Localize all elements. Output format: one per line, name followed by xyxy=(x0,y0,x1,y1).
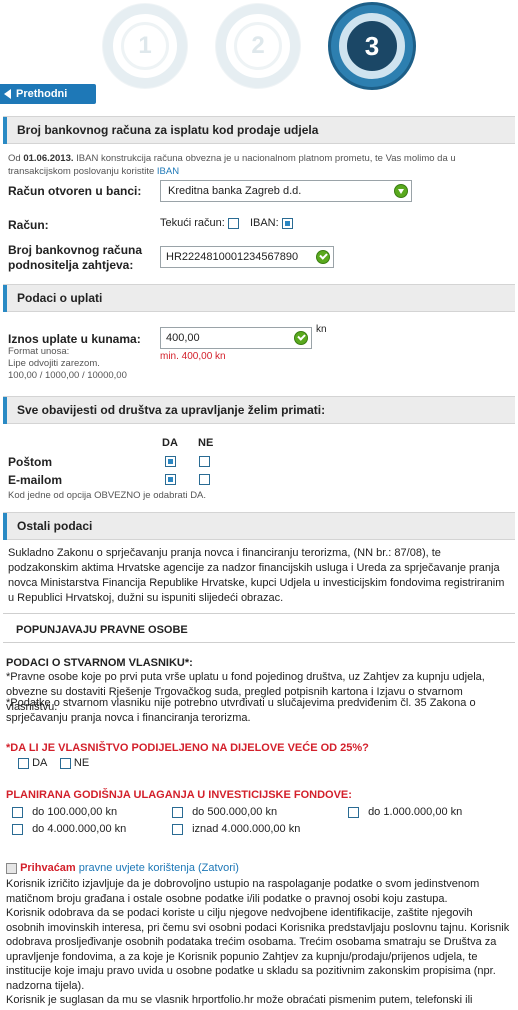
account-type-options: Tekući račun: IBAN: xyxy=(160,216,293,230)
divider xyxy=(3,613,515,614)
tekuci-label: Tekući račun: xyxy=(160,217,225,229)
account-number-label: Broj bankovnog računa podnositelja zahtj… xyxy=(8,243,142,273)
terms-accept-label: Prihvaćam xyxy=(20,862,76,874)
terms-text: Korisnik izričito izjavljuje da je dobro… xyxy=(6,877,512,1010)
payment-section-header: Podaci o uplati xyxy=(3,284,515,312)
bank-section-header: Broj bankovnog računa za isplatu kod pro… xyxy=(3,116,515,144)
valid-check-icon xyxy=(316,250,330,264)
format-hint-1: Format unosa: xyxy=(8,346,70,357)
iban-note-text: IBAN konstrukcija računa obvezna je u na… xyxy=(8,153,456,177)
step-3-number: 3 xyxy=(364,31,380,61)
account-number-input[interactable]: HR2224810001234567890 xyxy=(160,246,334,268)
arrow-left-icon xyxy=(4,89,11,99)
ownership-yes-label: DA xyxy=(32,757,47,769)
bank-select-value: Kreditna banka Zagreb d.d. xyxy=(168,185,302,197)
account-number-value: HR2224810001234567890 xyxy=(166,251,299,263)
invest-option-4-checkbox[interactable] xyxy=(12,823,23,835)
format-hint-3: 100,00 / 1000,00 / 10000,00 xyxy=(8,370,127,381)
bank-label: Račun otvoren u banci: xyxy=(8,184,142,198)
terms-accept-checkbox[interactable] xyxy=(6,862,17,874)
notify-section-header: Sve obavijesti od društva za upravljanje… xyxy=(3,396,515,424)
invest-option-1-checkbox[interactable] xyxy=(12,806,23,818)
amount-input[interactable]: 400,00 xyxy=(160,327,312,349)
terms-link[interactable]: pravne uvjete korištenja (Zatvori) xyxy=(79,862,239,874)
invest-option-1-label: do 100.000,00 kn xyxy=(32,806,118,818)
other-section-title: Ostali podaci xyxy=(17,519,93,533)
invest-option-2-checkbox[interactable] xyxy=(172,806,183,818)
ownership-share-question: *DA LI JE VLASNIŠTVO PODIJELJENO NA DIJE… xyxy=(6,742,369,754)
amount-format-hint: Format unosa: Lipe odvojiti zarezom. 100… xyxy=(8,346,158,382)
invest-option-5: iznad 4.000.000,00 kn xyxy=(172,823,300,835)
notify-section-title: Sve obavijesti od društva za upravljanje… xyxy=(17,403,326,417)
bank-select[interactable]: Kreditna banka Zagreb d.d. xyxy=(160,180,412,202)
iban-note-prefix: Od xyxy=(8,153,21,164)
divider xyxy=(3,642,515,643)
invest-option-3-label: do 1.000.000,00 kn xyxy=(368,806,463,818)
step-2-circle: 2 xyxy=(216,4,300,88)
invest-option-2-label: do 500.000,00 kn xyxy=(192,806,278,818)
notify-post-label: Poštom xyxy=(8,455,53,469)
bank-section-title: Broj bankovnog računa za isplatu kod pro… xyxy=(17,123,319,137)
payment-section-title: Podaci o uplati xyxy=(17,291,103,305)
invest-option-5-checkbox[interactable] xyxy=(172,823,183,835)
notify-email-no-checkbox[interactable] xyxy=(199,474,210,485)
step-1-number: 1 xyxy=(138,32,152,59)
account-number-label-line-1: Broj bankovnog računa xyxy=(8,243,143,257)
iban-checkbox[interactable] xyxy=(281,217,293,229)
currency-label: kn xyxy=(316,324,327,335)
legal-persons-heading: POPUNJAVAJU PRAVNE OSOBE xyxy=(16,624,188,636)
step-1-circle: 1 xyxy=(103,4,187,88)
ownership-no-label: NE xyxy=(73,757,90,769)
step-3-circle: 3 xyxy=(328,2,416,90)
account-number-label-line-2: podnositelja zahtjeva: xyxy=(8,258,134,272)
notify-post-yes-checkbox[interactable] xyxy=(165,456,176,467)
chevron-down-icon xyxy=(394,184,408,198)
invest-option-4-label: do 4.000.000,00 kn xyxy=(32,823,127,835)
ownership-share-options: DA NE xyxy=(18,757,89,769)
notify-col-no: NE xyxy=(198,437,214,449)
amount-label: Iznos uplate u kunama: xyxy=(8,332,141,346)
other-section-header: Ostali podaci xyxy=(3,512,515,540)
invest-option-2: do 500.000,00 kn xyxy=(172,806,277,818)
valid-check-icon xyxy=(294,331,308,345)
iban-note-date: 01.06.2013. xyxy=(23,153,74,164)
terms-paragraph-1: Korisnik izričito izjavljuje da je dobro… xyxy=(6,878,480,905)
iban-link[interactable]: IBAN xyxy=(157,166,179,177)
notify-post-no-checkbox[interactable] xyxy=(199,456,210,467)
previous-step-button[interactable]: Prethodni korak xyxy=(0,84,96,120)
notify-col-yes: DA xyxy=(162,437,178,449)
terms-paragraph-3: Korisnik je suglasan da mu se vlasnik hr… xyxy=(6,994,473,1010)
investment-heading: PLANIRANA GODIŠNJA ULAGANJA U INVESTICIJ… xyxy=(6,789,352,801)
notify-email-label: E-mailom xyxy=(8,473,63,487)
iban-option-label: IBAN: xyxy=(249,217,279,229)
min-amount-note: min. 400,00 kn xyxy=(160,351,226,362)
notify-email-yes-checkbox[interactable] xyxy=(165,474,176,485)
invest-option-1: do 100.000,00 kn xyxy=(12,806,117,818)
ownership-yes-checkbox[interactable] xyxy=(18,757,29,769)
invest-option-4: do 4.000.000,00 kn xyxy=(12,823,126,835)
invest-option-3: do 1.000.000,00 kn xyxy=(348,806,462,818)
tekuci-checkbox[interactable] xyxy=(227,217,239,229)
notify-note: Kod jedne od opcija OBVEZNO je odabrati … xyxy=(8,490,207,501)
ownership-no-checkbox[interactable] xyxy=(59,757,71,769)
beneficial-owner-text-2: *Podatke o stvarnom vlasniku nije potreb… xyxy=(6,697,476,724)
terms-paragraph-2: Korisnik odobrava da se podaci koriste u… xyxy=(6,907,510,992)
aml-legal-text: Sukladno Zakonu o sprječavanju pranja no… xyxy=(8,547,505,604)
account-label: Račun: xyxy=(8,218,49,232)
format-hint-2: Lipe odvojiti zarezom. xyxy=(8,358,100,369)
step-2-number: 2 xyxy=(251,32,265,59)
iban-note: Od 01.06.2013. IBAN konstrukcija računa … xyxy=(8,152,513,178)
beneficial-owner-heading: PODACI O STVARNOM VLASNIKU*: xyxy=(6,657,193,669)
amount-value: 400,00 xyxy=(166,332,200,344)
terms-accept-row: Prihvaćam pravne uvjete korištenja (Zatv… xyxy=(6,862,239,874)
invest-option-5-label: iznad 4.000.000,00 kn xyxy=(192,823,301,835)
invest-option-3-checkbox[interactable] xyxy=(348,806,359,818)
